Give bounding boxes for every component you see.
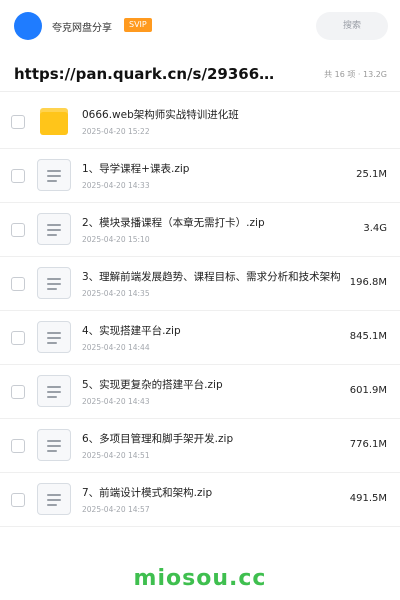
file-size: 25.1M bbox=[356, 169, 387, 180]
select-checkbox[interactable] bbox=[11, 223, 25, 237]
file-date: 2025-04-20 14:33 bbox=[82, 181, 150, 190]
file-list: 0666.web架构师实战特训进化班 2025-04-20 15:22 1、导学课程… bbox=[0, 95, 400, 527]
zip-file-icon bbox=[37, 213, 71, 245]
file-date: 2025-04-20 15:22 bbox=[82, 127, 150, 136]
file-row[interactable]: 3、理解前端发展趋势、课程目标、需求分析和技术架构 2025-04-20 14:3… bbox=[0, 257, 400, 311]
svip-badge: SVIP bbox=[124, 18, 152, 32]
zip-file-icon bbox=[37, 267, 71, 299]
file-date: 2025-04-20 15:10 bbox=[82, 235, 150, 244]
search-button[interactable]: 搜索 bbox=[316, 12, 388, 40]
zip-file-icon bbox=[37, 159, 71, 191]
file-size: 491.5M bbox=[349, 493, 387, 504]
file-name[interactable]: 3、理解前端发展趋势、课程目标、需求分析和技术架构 bbox=[82, 269, 352, 284]
file-row[interactable]: 5、实现更复杂的搭建平台.zip 2025-04-20 14:43 601.9M bbox=[0, 365, 400, 419]
file-name[interactable]: 2、模块录播课程（本章无需打卡）.zip bbox=[82, 215, 352, 230]
file-row[interactable]: 6、多项目管理和脚手架开发.zip 2025-04-20 14:51 776.1M bbox=[0, 419, 400, 473]
select-checkbox[interactable] bbox=[11, 385, 25, 399]
file-name[interactable]: 7、前端设计模式和架构.zip bbox=[82, 485, 352, 500]
file-name[interactable]: 4、实现搭建平台.zip bbox=[82, 323, 352, 338]
select-checkbox[interactable] bbox=[11, 331, 25, 345]
folder-icon bbox=[40, 108, 68, 135]
watermark: miosou.cc bbox=[133, 566, 267, 591]
file-size: 3.4G bbox=[363, 223, 387, 234]
file-row[interactable]: 7、前端设计模式和架构.zip 2025-04-20 14:57 491.5M bbox=[0, 473, 400, 527]
share-meta: 共 16 项 · 13.2G bbox=[324, 70, 387, 79]
select-checkbox[interactable] bbox=[11, 169, 25, 183]
file-row[interactable]: 0666.web架构师实战特训进化班 2025-04-20 15:22 bbox=[0, 95, 400, 149]
select-checkbox[interactable] bbox=[11, 277, 25, 291]
file-size: 196.8M bbox=[349, 277, 387, 288]
file-date: 2025-04-20 14:44 bbox=[82, 343, 150, 352]
zip-file-icon bbox=[37, 483, 71, 515]
file-date: 2025-04-20 14:57 bbox=[82, 505, 150, 514]
site-name: 夸克网盘分享 bbox=[52, 23, 112, 34]
share-url-bar: https://pan.quark.cn/s/29366026… 共 16 项 … bbox=[0, 60, 400, 92]
file-size: 845.1M bbox=[349, 331, 387, 342]
file-name[interactable]: 1、导学课程+课表.zip bbox=[82, 161, 352, 176]
file-size: 601.9M bbox=[349, 385, 387, 396]
file-date: 2025-04-20 14:35 bbox=[82, 289, 150, 298]
file-row[interactable]: 1、导学课程+课表.zip 2025-04-20 14:33 25.1M bbox=[0, 149, 400, 203]
share-url[interactable]: https://pan.quark.cn/s/29366026… bbox=[14, 65, 280, 83]
file-size: 776.1M bbox=[349, 439, 387, 450]
avatar[interactable] bbox=[14, 12, 42, 40]
select-checkbox[interactable] bbox=[11, 493, 25, 507]
zip-file-icon bbox=[37, 429, 71, 461]
file-name[interactable]: 5、实现更复杂的搭建平台.zip bbox=[82, 377, 352, 392]
file-name[interactable]: 6、多项目管理和脚手架开发.zip bbox=[82, 431, 352, 446]
file-date: 2025-04-20 14:43 bbox=[82, 397, 150, 406]
zip-file-icon bbox=[37, 321, 71, 353]
file-row[interactable]: 4、实现搭建平台.zip 2025-04-20 14:44 845.1M bbox=[0, 311, 400, 365]
share-header: 夸克网盘分享 SVIP 搜索 bbox=[0, 0, 400, 52]
file-row[interactable]: 2、模块录播课程（本章无需打卡）.zip 2025-04-20 15:10 3.4G bbox=[0, 203, 400, 257]
zip-file-icon bbox=[37, 375, 71, 407]
file-name[interactable]: 0666.web架构师实战特训进化班 bbox=[82, 107, 352, 122]
file-date: 2025-04-20 14:51 bbox=[82, 451, 150, 460]
select-checkbox[interactable] bbox=[11, 115, 25, 129]
select-checkbox[interactable] bbox=[11, 439, 25, 453]
